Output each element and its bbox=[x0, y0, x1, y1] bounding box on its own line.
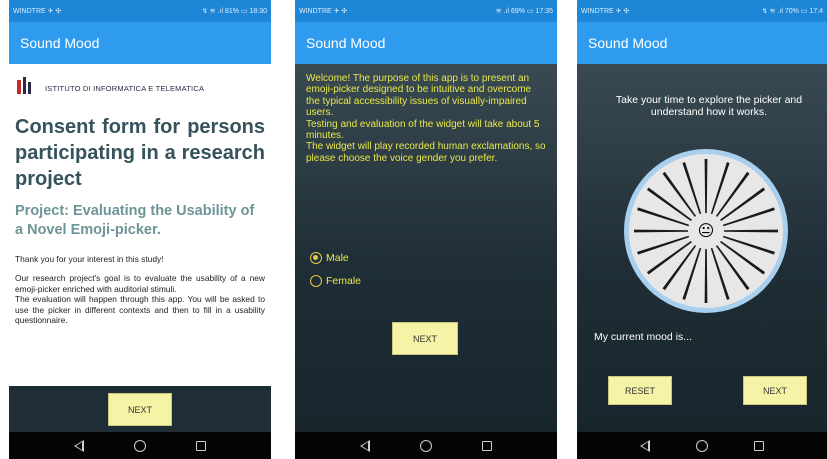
back-icon[interactable] bbox=[638, 439, 652, 453]
consent-title: Consent form for persons participating i… bbox=[15, 116, 265, 190]
radio-button-female[interactable] bbox=[310, 275, 322, 287]
radio-option-male[interactable]: Male bbox=[310, 252, 349, 264]
intro-paragraph: Thank you for your interest in this stud… bbox=[15, 254, 164, 264]
status-carrier: WINDTRE ✈ ✣ bbox=[581, 8, 630, 15]
iit-logo-icon bbox=[17, 77, 42, 94]
android-nav-bar bbox=[577, 432, 827, 459]
institute-logo: ISTITUTO DI INFORMATICA E TELEMATICA bbox=[17, 70, 265, 94]
status-right-text: ≋ .ıl 69% ▭ 17:35 bbox=[495, 8, 553, 15]
phone-screen-welcome: WINDTRE ✈ ✣ ≋ .ıl 69% ▭ 17:35 Sound Mood… bbox=[295, 0, 557, 459]
status-indicators: ≋ .ıl 69% ▭ 17:35 bbox=[496, 7, 553, 15]
picker-instruction: Take your time to explore the picker and… bbox=[615, 94, 803, 118]
status-indicators: ↯ ≋ .ıl 70% ▭ 17:4 bbox=[762, 7, 823, 15]
app-title: Sound Mood bbox=[588, 35, 668, 51]
status-bar: WINDTRE ✈ ✣ ↯ ≋ .ıl 81% ▭ 18:30 bbox=[9, 0, 271, 22]
back-icon[interactable] bbox=[358, 439, 372, 453]
status-right-text: ↯ ≋ .ıl 81% ▭ 18:30 bbox=[201, 8, 267, 15]
welcome-text: Welcome! The purpose of this app is to p… bbox=[306, 73, 546, 164]
recents-icon[interactable] bbox=[194, 439, 208, 453]
next-button[interactable]: NEXT bbox=[743, 376, 807, 405]
app-bar: Sound Mood bbox=[577, 22, 827, 64]
neutral-face-icon[interactable]: 😐 bbox=[698, 221, 715, 240]
radio-option-female[interactable]: Female bbox=[310, 275, 361, 287]
status-carrier: WINDTRE ✈ ✣ bbox=[13, 8, 62, 15]
app-bar: Sound Mood bbox=[295, 22, 557, 64]
phone-screen-picker: WINDTRE ✈ ✣ ↯ ≋ .ıl 70% ▭ 17:4 Sound Moo… bbox=[577, 0, 827, 459]
status-bar: WINDTRE ✈ ✣ ≋ .ıl 69% ▭ 17:35 bbox=[295, 0, 557, 22]
app-title: Sound Mood bbox=[20, 35, 100, 51]
home-icon[interactable] bbox=[419, 439, 433, 453]
radio-label-female: Female bbox=[326, 275, 362, 287]
app-bar: Sound Mood bbox=[9, 22, 271, 64]
android-nav-bar bbox=[9, 432, 271, 459]
goal-paragraph: Our research project's goal is to evalua… bbox=[15, 273, 265, 294]
next-button[interactable]: NEXT bbox=[108, 393, 172, 426]
status-right-text: ↯ ≋ .ıl 70% ▭ 17:4 bbox=[761, 8, 823, 15]
recents-icon[interactable] bbox=[752, 439, 766, 453]
logo-text: ISTITUTO DI INFORMATICA E TELEMATICA bbox=[45, 84, 205, 93]
consent-document[interactable]: ISTITUTO DI INFORMATICA E TELEMATICA Con… bbox=[9, 64, 271, 386]
recents-icon[interactable] bbox=[480, 439, 494, 453]
emoji-picker-wheel[interactable]: 😐 bbox=[623, 148, 789, 314]
project-subtitle: Project: Evaluating the Usability of a N… bbox=[15, 203, 255, 238]
radio-button-male[interactable] bbox=[310, 252, 322, 264]
next-button[interactable]: NEXT bbox=[392, 322, 458, 355]
status-bar: WINDTRE ✈ ✣ ↯ ≋ .ıl 70% ▭ 17:4 bbox=[577, 0, 827, 22]
radio-label-male: Male bbox=[326, 252, 349, 264]
phone-screen-consent: WINDTRE ✈ ✣ ↯ ≋ .ıl 81% ▭ 18:30 Sound Mo… bbox=[9, 0, 271, 459]
current-mood-label: My current mood is... bbox=[594, 331, 693, 343]
evaluation-paragraph: The evaluation will happen through this … bbox=[15, 294, 265, 326]
reset-button[interactable]: RESET bbox=[608, 376, 672, 405]
home-icon[interactable] bbox=[695, 439, 709, 453]
android-nav-bar bbox=[295, 432, 557, 459]
status-carrier: WINDTRE ✈ ✣ bbox=[299, 8, 348, 15]
back-icon[interactable] bbox=[72, 439, 86, 453]
app-title: Sound Mood bbox=[306, 35, 386, 51]
status-indicators: ↯ ≋ .ıl 81% ▭ 18:30 bbox=[202, 7, 267, 15]
home-icon[interactable] bbox=[133, 439, 147, 453]
